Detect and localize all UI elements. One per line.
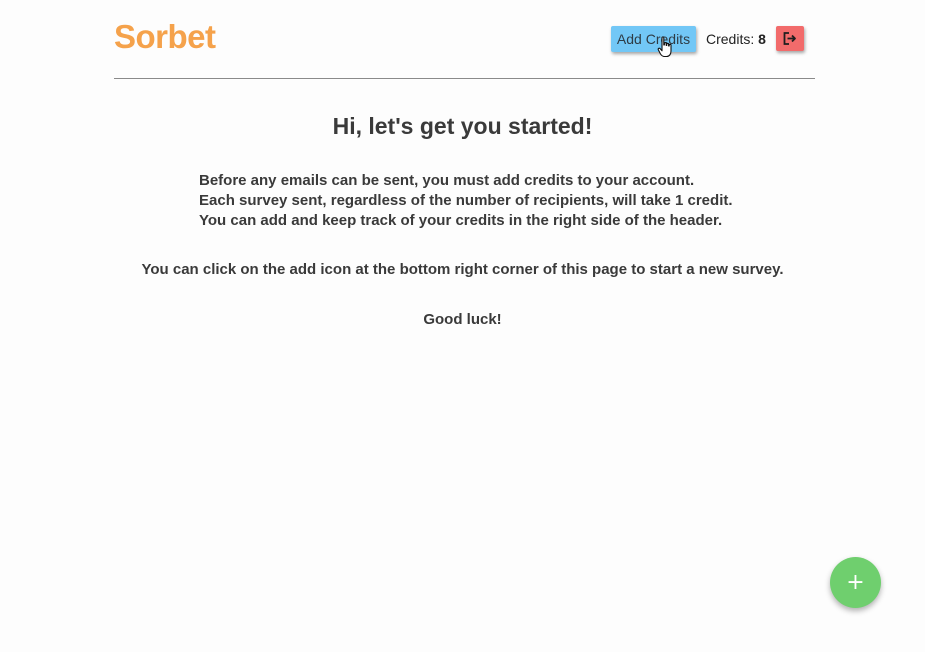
add-survey-button[interactable]: +	[830, 557, 881, 608]
credits-display: Credits: 8	[706, 31, 766, 47]
credits-value: 8	[758, 31, 766, 47]
add-credits-button[interactable]: Add Credits	[611, 26, 696, 52]
sign-out-icon	[783, 32, 796, 45]
header: Sorbet Add Credits Credits: 8	[114, 0, 815, 79]
add-icon: +	[846, 570, 865, 595]
logout-button[interactable]	[776, 26, 804, 51]
closing-text: Good luck!	[423, 311, 502, 328]
logo[interactable]: Sorbet	[114, 18, 216, 56]
intro-text: Before any emails can be sent, you must …	[199, 171, 733, 231]
intro-line: You can add and keep track of your credi…	[199, 212, 723, 229]
page-title: Hi, let's get you started!	[332, 113, 593, 139]
new-survey-hint: You can click on the add icon at the bot…	[141, 261, 784, 278]
intro-line: Each survey sent, regardless of the numb…	[199, 192, 733, 209]
credits-label: Credits:	[706, 31, 755, 47]
page: Sorbet Add Credits Credits: 8 Hi, let's …	[0, 0, 925, 652]
intro-line: Before any emails can be sent, you must …	[199, 172, 695, 189]
